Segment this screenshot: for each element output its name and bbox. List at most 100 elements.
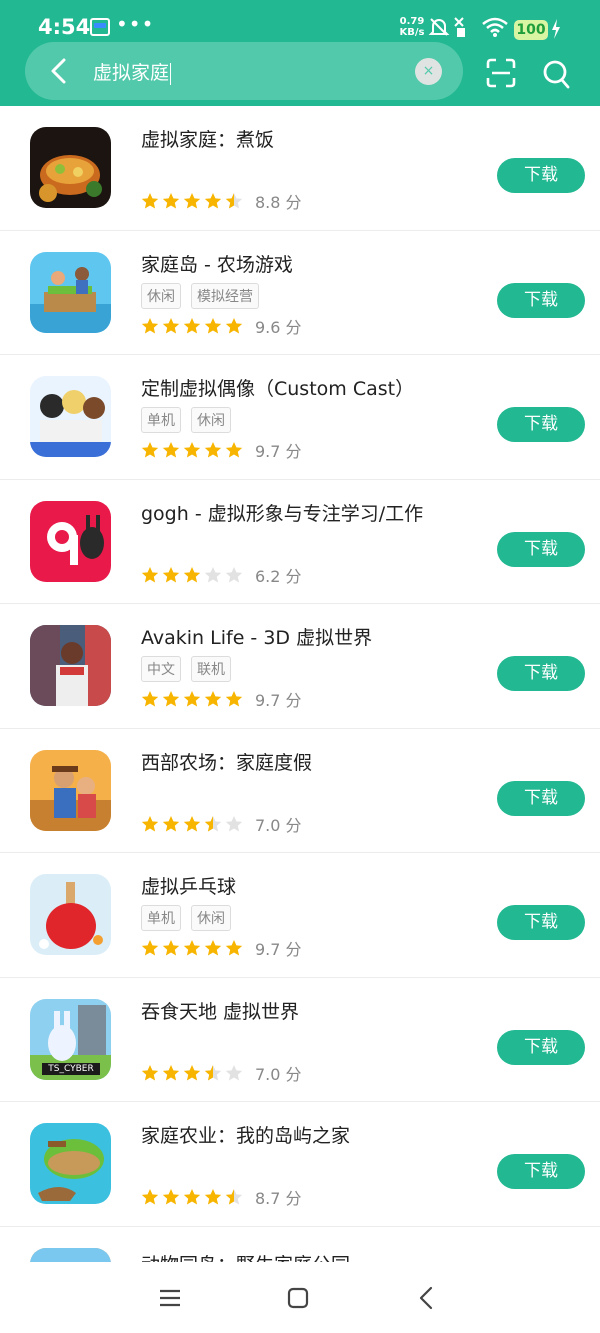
search-box[interactable]: 虚拟家庭 × [25,42,463,100]
star-icon [141,691,159,707]
app-name: 定制虚拟偶像（Custom Cast） [141,378,415,400]
app-icon[interactable]: TS_CYBER [30,998,111,1080]
download-button[interactable]: 下载 [497,780,585,816]
app-tag: 联机 [191,656,231,682]
download-button[interactable]: 下载 [497,905,585,940]
app-icon[interactable] [30,749,111,831]
download-button[interactable]: 下载 [497,158,585,193]
mute-bell-icon [428,18,450,36]
app-list-item[interactable]: 家庭岛 - 农场游戏 休闲 模拟经营 9.6 分 下载 [0,231,600,355]
back-arrow-icon[interactable] [45,56,73,86]
clear-search-button[interactable]: × [415,58,442,85]
star-icon [204,442,222,458]
app-icon[interactable] [30,127,111,208]
app-list-item[interactable]: Avakin Life - 3D 虚拟世界中文 联机 9.7 分 下载 [0,604,600,729]
app-name: 家庭农业：我的岛屿之家 [141,1125,351,1147]
app-score: 9.7 分 [255,442,302,461]
star-icon [183,940,201,956]
app-rating: 7.0 分 [141,812,302,836]
app-icon[interactable] [30,376,111,457]
app-score: 9.6 分 [255,317,302,337]
star-rating [141,441,243,459]
app-name: gogh - 虚拟形象与专注学习/工作 [141,502,424,525]
star-icon [204,940,222,956]
search-input[interactable]: 虚拟家庭 [93,58,172,85]
star-icon [225,691,243,707]
app-score: 9.7 分 [255,940,302,959]
star-icon [162,815,180,831]
app-tag: 休闲 [141,282,181,309]
app-list-item[interactable]: gogh - 虚拟形象与专注学习/工作 6.2 分 下载 [0,480,600,604]
star-icon [141,1189,159,1205]
empty-star-icon [204,566,222,582]
app-name: 虚拟乒乓球 [141,876,237,898]
app-name: 西部农场：家庭度假 [141,751,313,774]
app-rating: 7.0 分 [141,1061,302,1085]
app-score: 8.7 分 [255,1189,302,1208]
star-rating [141,1188,243,1206]
empty-star-icon [225,566,243,582]
app-icon[interactable] [30,1123,111,1204]
download-button[interactable]: 下载 [497,531,585,567]
app-score: 7.0 分 [255,815,302,835]
search-icon[interactable] [541,58,571,90]
star-icon [162,940,180,956]
star-icon [183,442,201,458]
star-icon [162,1064,180,1080]
star-icon [141,1064,159,1080]
star-icon [183,193,201,209]
recent-apps-menu-icon[interactable] [158,1288,182,1308]
app-name: 虚拟家庭：煮饭 [141,129,275,151]
star-icon [204,691,222,707]
nav-back-icon[interactable] [418,1286,434,1310]
app-list-item[interactable]: 虚拟乒乓球单机 休闲 9.7 分 下载 [0,853,600,978]
star-icon [183,1064,201,1080]
download-button[interactable]: 下载 [497,282,585,318]
app-tag: 中文 [141,656,181,682]
app-score: 9.7 分 [255,691,302,710]
app-score: 6.2 分 [255,566,302,586]
message-notification-icon [90,18,110,36]
status-time: 4:54 [38,15,91,39]
download-button[interactable]: 下载 [497,656,585,691]
app-rating: 6.2 分 [141,563,302,587]
system-nav-bar [0,1262,600,1333]
star-icon [162,566,180,582]
app-tags: 休闲 模拟经营 [141,282,259,309]
wifi-icon [482,17,508,37]
app-tag: 单机 [141,407,181,433]
app-tag: 模拟经营 [191,282,259,309]
app-list-item[interactable]: 虚拟家庭：煮饭 8.8 分 下载 [0,106,600,231]
app-icon[interactable] [30,500,111,582]
app-icon[interactable] [30,874,111,955]
app-rating: 9.7 分 [141,438,302,462]
star-rating [141,566,243,584]
app-list-item[interactable]: 家庭农业：我的岛屿之家 8.7 分 下载 [0,1102,600,1227]
star-rating [141,939,243,957]
download-button[interactable]: 下载 [497,407,585,442]
star-icon [183,691,201,707]
home-square-icon[interactable] [286,1286,310,1310]
download-button[interactable]: 下载 [497,1154,585,1189]
download-button[interactable]: 下载 [497,1029,585,1065]
app-list-item[interactable]: 定制虚拟偶像（Custom Cast） 单机 休闲 9.7 分 下载 [0,355,600,480]
scan-icon[interactable] [486,58,516,88]
app-icon[interactable] [30,251,111,333]
app-rating: 9.7 分 [141,936,302,960]
app-icon[interactable] [30,625,111,706]
star-icon [141,442,159,458]
app-tags: 单机 休闲 [141,905,231,931]
app-list-item[interactable]: 西部农场：家庭度假 7.0 分 下载 [0,729,600,853]
app-name: Avakin Life - 3D 虚拟世界 [141,627,373,649]
star-icon [225,940,243,956]
star-icon [183,1189,201,1205]
app-list-item-partial[interactable]: 动物园岛：野生家庭公园 [0,1227,600,1265]
app-tags: 中文 联机 [141,656,231,682]
star-icon [162,691,180,707]
app-list-item[interactable]: TS_CYBER 吞食天地 虚拟世界 7.0 分 下载 [0,978,600,1102]
battery-level: 100 [514,20,548,40]
no-sim-icon [454,17,465,37]
star-icon [204,193,222,209]
star-icon [141,940,159,956]
star-icon [183,317,201,333]
